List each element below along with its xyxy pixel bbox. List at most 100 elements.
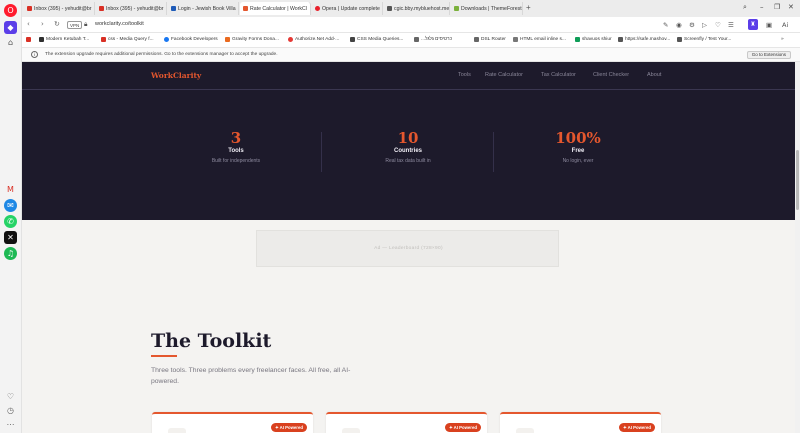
settings-icon[interactable]: ⚙ (689, 21, 695, 29)
back-icon[interactable]: ‹ (27, 20, 30, 28)
tab[interactable]: cgic.bby.mybluehost.me × (384, 2, 450, 15)
bookmark-favicon-icon (350, 37, 355, 42)
aria-sidebar-icon[interactable]: Ai (782, 21, 788, 29)
tab[interactable]: Login - Jewish Book Villa × (168, 2, 239, 15)
tool-card[interactable]: ✦ AI Powered (152, 412, 313, 433)
bookmark-favicon-icon (575, 37, 580, 42)
bookmarks-overflow-icon[interactable]: » (781, 37, 784, 42)
nav-link-rate-calculator[interactable]: Rate Calculator (485, 72, 523, 78)
nav-link-tax-calculator[interactable]: Tax Calculator (541, 72, 576, 78)
bookmark-favicon-icon (474, 37, 479, 42)
tab[interactable]: Opera | Update complete × (312, 2, 383, 15)
forward-icon[interactable]: › (41, 20, 44, 28)
bookmark-label: CSS Media Queries... (357, 37, 404, 42)
bookmark-item[interactable]: ...כרטיסים גלגל (414, 37, 452, 42)
play-icon[interactable]: ▷ (702, 21, 707, 29)
whatsapp-icon[interactable]: ✆ (4, 215, 17, 228)
reload-icon[interactable]: ↻ (54, 20, 60, 28)
close-tab-icon[interactable]: × (522, 6, 523, 12)
ad-leaderboard: Ad — Leaderboard (728×90) (256, 230, 559, 267)
tab-active[interactable]: Rate Calculator | WorkCl × (240, 2, 311, 15)
tab[interactable]: Inbox (395) - yehudit@br × (24, 2, 95, 15)
close-window-icon[interactable]: ✕ (788, 3, 794, 11)
bookmark-favicon-icon (513, 37, 518, 42)
bookmark-item[interactable]: Gravity Forms Dona... (225, 37, 279, 42)
bookmark-item[interactable] (26, 37, 33, 42)
stat-countries: 10 Countries Real tax data built in (348, 130, 468, 165)
history-icon[interactable]: ◷ (4, 404, 17, 417)
scrollbar-thumb[interactable] (796, 150, 799, 210)
snapshot-icon[interactable]: ◉ (676, 21, 682, 29)
bookmark-item[interactable]: Modern Ketubah T... (39, 37, 89, 42)
bookmark-item[interactable]: https://safe.mashov... (618, 37, 670, 42)
x-icon[interactable]: ✕ (4, 231, 17, 244)
page-scrollbar[interactable] (795, 62, 800, 433)
gmail-icon[interactable]: M (4, 183, 17, 196)
browser-window: O ◆ ⌂ M ✉ ✆ ✕ ♫ ♡ ◷ ⋯ Inbox (395) - yehu… (0, 0, 800, 433)
info-icon: i (31, 51, 38, 58)
tab-title: cgic.bby.mybluehost.me (394, 5, 450, 12)
more-icon[interactable]: ⋯ (4, 418, 17, 431)
nav-link-about[interactable]: About (647, 72, 661, 78)
close-tab-icon[interactable]: × (380, 6, 382, 12)
bookmark-item[interactable]: css - Media Query f... (101, 37, 154, 42)
easy-setup-icon[interactable]: ☰ (728, 21, 734, 29)
wallet-icon[interactable]: ▣ (766, 21, 772, 29)
bookmark-item[interactable]: HTML email inline s... (513, 37, 566, 42)
stat-label: Free (571, 148, 585, 154)
opera-logo-icon[interactable]: O (4, 4, 17, 17)
tab[interactable]: Inbox (395) - yehudit@br × (96, 2, 167, 15)
vpn-badge[interactable]: VPN (67, 21, 83, 29)
tab-title: Opera | Update complete (322, 5, 380, 12)
site-logo[interactable]: WorkClarity (151, 71, 201, 80)
workspace-icon[interactable]: ⌂ (4, 36, 17, 49)
stat-label: Countries (393, 148, 422, 154)
bookmark-item[interactable]: Screenfly / Test Your... (677, 37, 731, 42)
nav-link-tools[interactable]: Tools (458, 72, 471, 78)
ai-powered-badge: ✦ AI Powered (618, 423, 655, 432)
bookmark-item[interactable]: DSL Router (474, 37, 506, 42)
extensions-icon[interactable]: ♜ (748, 19, 758, 30)
close-tab-icon[interactable]: × (91, 6, 94, 12)
tool-card[interactable]: ✦ AI Powered (500, 412, 661, 433)
close-tab-icon[interactable]: × (163, 6, 166, 12)
bookmark-item[interactable]: Facebook Developers (164, 37, 218, 42)
aria-icon[interactable]: ◆ (4, 21, 17, 34)
bookmark-label: css - Media Query f... (108, 37, 154, 42)
bookmark-label: https://safe.mashov... (625, 37, 671, 42)
maximize-icon[interactable]: ❐ (774, 3, 780, 11)
search-tabs-icon[interactable]: ⌕ (743, 3, 747, 12)
lock-icon[interactable]: 🔒︎ (84, 20, 87, 29)
bookmark-item[interactable]: shavuos shiur (575, 37, 612, 42)
ad-placeholder-text: Ad — Leaderboard (728×90) (374, 246, 443, 251)
stat-subtext: Real tax data built in (385, 158, 431, 164)
go-to-extensions-button[interactable]: Go to Extensions (746, 51, 791, 59)
badge-label: AI Powered (453, 425, 477, 430)
favorites-icon[interactable]: ♡ (4, 390, 17, 403)
minimize-icon[interactable]: – (760, 3, 764, 11)
ai-powered-badge: ✦ AI Powered (444, 423, 481, 432)
edit-icon[interactable]: ✎ (663, 21, 668, 29)
tab[interactable]: Downloads | ThemeForest × (451, 2, 523, 15)
tool-card-icon (516, 428, 534, 433)
new-tab-button[interactable]: + (526, 3, 531, 12)
messenger-icon[interactable]: ✉ (4, 199, 17, 212)
close-tab-icon[interactable]: × (449, 6, 450, 12)
bookmark-favicon-icon (288, 37, 293, 42)
close-tab-icon[interactable]: × (236, 6, 238, 12)
url-field[interactable]: workclarity.co/toolkit (95, 21, 144, 27)
badge-label: AI Powered (627, 425, 651, 430)
bookmark-heart-icon[interactable]: ♡ (715, 21, 721, 29)
tool-card[interactable]: ✦ AI Powered (326, 412, 487, 433)
stat-subtext: No login, ever (562, 158, 594, 164)
spotify-icon[interactable]: ♫ (4, 247, 17, 260)
bookmark-item[interactable]: Authorize.Net Add-... (288, 37, 339, 42)
bookmark-label: HTML email inline s... (520, 37, 566, 42)
tab-strip: Inbox (395) - yehudit@br × Inbox (395) -… (22, 0, 800, 17)
stat-subtext: Built for independents (211, 158, 261, 164)
close-tab-icon[interactable]: × (307, 6, 311, 12)
bookmark-item[interactable]: CSS Media Queries... (350, 37, 403, 42)
tab-title: Inbox (395) - yehudit@br (34, 5, 92, 12)
nav-link-client-checker[interactable]: Client Checker (593, 72, 629, 78)
themeforest-favicon-icon (454, 6, 459, 11)
